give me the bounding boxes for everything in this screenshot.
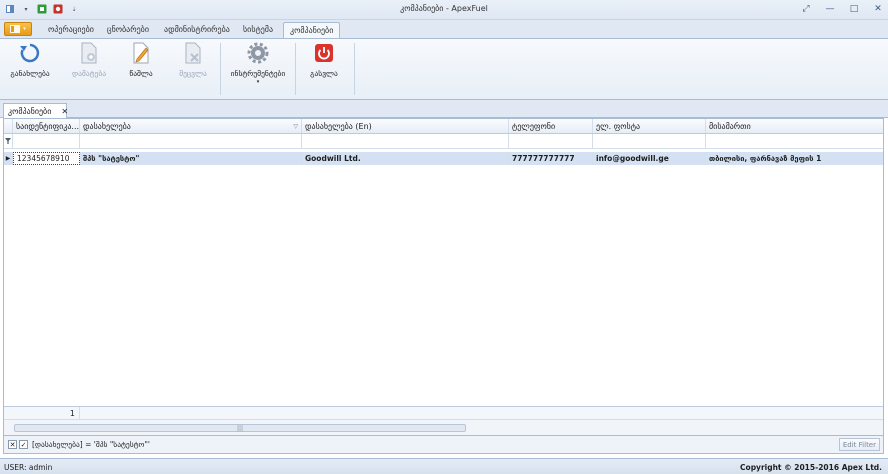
filter-panel: ✕ ✓ [დასახელება] = 'შპს "სატესტო"' Edit … [3,436,884,454]
column-header-id[interactable]: საიდენტიფიკა... [13,119,80,133]
column-header-name[interactable]: დასახელება ▽ [80,119,302,133]
app-menu-button[interactable]: ▾ [4,22,32,36]
filter-cell-name[interactable] [80,134,302,148]
row-indicator-icon: ▶ [4,152,13,165]
ribbon-panel: განახლება დამატება წაშლა შეცვლა ინსტრუმე… [0,38,888,100]
cell-name[interactable]: შპს "სატესტო" [80,152,302,165]
status-copyright: Copyright © 2015-2016 Apex Ltd. [740,463,882,472]
chevron-down-icon: ▾ [256,79,260,85]
document-tabs: კომპანიები ✕ [0,100,888,118]
sort-descending-icon: ▽ [293,122,298,130]
add-document-icon [77,41,101,65]
modify-button[interactable]: შეცვლა [178,41,208,85]
delete-document-icon [181,41,205,65]
delete-label: წაშლა [129,69,153,78]
power-icon [312,41,336,65]
column-header-address[interactable]: მისამართი [706,119,885,133]
exit-label: გასვლა [310,69,338,78]
cell-email[interactable]: info@goodwill.ge [593,152,706,165]
cell-phone[interactable]: 777777777777 [509,152,593,165]
delete-button[interactable]: წაშლა [126,41,156,85]
status-user: USER: admin [4,463,53,472]
cell-name-en[interactable]: Goodwill Ltd. [302,152,509,165]
refresh-button[interactable]: განახლება [10,41,50,85]
tools-label: ინსტრუმენტები [230,69,286,78]
column-header-name-en[interactable]: დასახელება (En) [302,119,509,133]
horizontal-scrollbar[interactable]: ||| [4,419,883,435]
maximize-icon[interactable]: □ [848,3,860,15]
column-header-phone[interactable]: ტელეფონი [509,119,593,133]
filter-cell-id[interactable] [13,134,80,148]
close-icon[interactable]: ✕ [872,3,884,15]
header-corner [4,119,13,133]
close-tab-icon[interactable]: ✕ [61,107,68,116]
document-tab-label: კომპანიები [8,106,52,116]
filter-row-icon [4,134,13,148]
grid-footer: 1 [4,406,883,419]
restore-down-icon[interactable]: ⤢ [800,3,812,15]
ribbon-separator [220,43,221,95]
cell-address[interactable]: თბილისი, ფარნავაზ მეფის 1 [706,152,885,165]
tab-system[interactable]: სისტემა [237,22,279,38]
minimize-icon[interactable]: — [824,3,836,15]
tab-references[interactable]: ცნობარები [101,22,155,38]
status-bar: USER: admin Copyright © 2015-2016 Apex L… [0,458,888,474]
filter-cell-address[interactable] [706,134,885,148]
column-header-name-label: დასახელება [83,121,131,131]
tools-button[interactable]: ინსტრუმენტები ▾ [226,41,290,85]
row-count: 1 [13,407,80,419]
title-bar: ▾ ⇣ კომპანიები - ApexFuel ⤢ — □ ✕ [0,0,888,20]
tab-companies[interactable]: კომპანიები [283,22,341,38]
ribbon-separator [354,43,355,95]
filter-expression[interactable]: [დასახელება] = 'შპს "სატესტო"' [32,440,150,449]
add-label: დამატება [71,69,107,78]
filter-cell-name-en[interactable] [302,134,509,148]
clear-filter-icon[interactable]: ✕ [8,440,17,449]
ribbon-tabs: ▾ ოპერაციები ცნობარები ადმინისტრირება სი… [0,20,888,38]
document-tab-companies[interactable]: კომპანიები ✕ [3,103,68,118]
refresh-label: განახლება [10,69,50,78]
ribbon-separator [295,43,296,95]
edit-pencil-icon [129,41,153,65]
add-button[interactable]: დამატება [68,41,110,85]
filter-enabled-checkbox[interactable]: ✓ [19,440,28,449]
companies-grid: საიდენტიფიკა... დასახელება ▽ დასახელება … [3,118,884,436]
edit-filter-button[interactable]: Edit Filter [838,438,880,451]
window-controls: ⤢ — □ ✕ [800,3,884,15]
filter-cell-email[interactable] [593,134,706,148]
refresh-icon [18,41,42,65]
column-header-email[interactable]: ელ. ფოსტა [593,119,706,133]
tab-operations[interactable]: ოპერაციები [42,22,100,38]
gear-icon [246,41,270,65]
auto-filter-row [4,134,883,149]
grid-header: საიდენტიფიკა... დასახელება ▽ დასახელება … [4,119,883,134]
table-row[interactable]: ▶ 12345678910 შპს "სატესტო" Goodwill Ltd… [4,152,883,165]
modify-label: შეცვლა [179,69,207,78]
scrollbar-thumb[interactable]: ||| [14,424,466,432]
window-title: კომპანიები - ApexFuel [400,4,488,13]
exit-button[interactable]: გასვლა [306,41,342,85]
cell-id[interactable]: 12345678910 [13,152,80,165]
filter-cell-phone[interactable] [509,134,593,148]
tab-administration[interactable]: ადმინისტრირება [158,22,236,38]
